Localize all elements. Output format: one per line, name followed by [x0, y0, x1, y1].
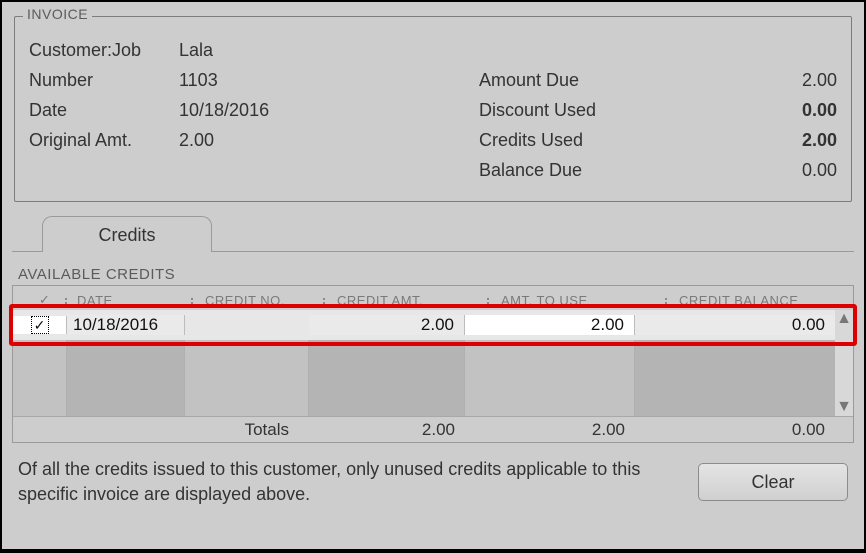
totals-credit-balance: 0.00: [635, 420, 835, 440]
check-icon[interactable]: ✓: [31, 316, 49, 334]
col-header-amt-to-use[interactable]: AMT. TO USE: [493, 293, 663, 308]
available-credits-title: AVAILABLE CREDITS: [18, 266, 854, 283]
tab-mask: [43, 250, 211, 253]
label-original-amt: Original Amt.: [29, 130, 179, 151]
credits-grid: ✓ DATE CREDIT NO. CREDIT AMT. AMT. TO US…: [12, 285, 854, 443]
credit-row-amt: 2.00: [309, 315, 465, 335]
col-header-credit-amt[interactable]: CREDIT AMT.: [329, 293, 485, 308]
totals-credit-amt: 2.00: [309, 420, 465, 440]
empty-row: [13, 340, 835, 370]
credit-row-use[interactable]: 2.00: [465, 315, 635, 335]
value-original-amt: 2.00: [179, 130, 479, 151]
empty-row: [13, 370, 835, 400]
totals-row: Totals 2.00 2.00 0.00: [13, 416, 853, 442]
label-discount-used: Discount Used: [479, 100, 679, 121]
label-credits-used: Credits Used: [479, 130, 679, 151]
credit-row-date: 10/18/2016: [67, 315, 185, 335]
value-discount-used: 0.00: [679, 100, 837, 121]
label-date: Date: [29, 100, 179, 121]
footer-area: Of all the credits issued to this custom…: [12, 457, 854, 507]
invoice-info-grid: Customer:Job Lala Number 1103 Amount Due…: [29, 35, 837, 185]
value-amount-due: 2.00: [679, 70, 837, 91]
credit-row-bal: 0.00: [635, 315, 835, 335]
label-number: Number: [29, 70, 179, 91]
label-balance-due: Balance Due: [479, 160, 679, 181]
grid-body: ✓ 10/18/2016 2.00 2.00 0.00: [13, 310, 853, 416]
empty-rows: [13, 340, 835, 416]
label-amount-due: Amount Due: [479, 70, 679, 91]
credit-row[interactable]: ✓ 10/18/2016 2.00 2.00 0.00: [13, 310, 835, 340]
footer-help-text: Of all the credits issued to this custom…: [18, 457, 698, 507]
value-credits-used: 2.00: [679, 130, 837, 151]
value-date: 10/18/2016: [179, 100, 479, 121]
col-header-check[interactable]: ✓: [13, 292, 63, 308]
totals-label: Totals: [185, 420, 309, 440]
tab-credits[interactable]: Credits: [42, 216, 212, 252]
label-customer-job: Customer:Job: [29, 40, 179, 61]
grid-scrollbar[interactable]: ▲ ▼: [835, 310, 853, 416]
clear-button[interactable]: Clear: [698, 463, 848, 501]
empty-row: [13, 400, 835, 416]
invoice-group-title: INVOICE: [23, 6, 92, 22]
credit-row-checkbox-cell[interactable]: ✓: [13, 316, 67, 334]
value-balance-due: 0.00: [679, 160, 837, 181]
scroll-up-icon[interactable]: ▲: [835, 310, 853, 328]
col-header-credit-balance[interactable]: CREDIT BALANCE: [671, 293, 853, 308]
totals-amt-to-use: 2.00: [465, 420, 635, 440]
scroll-down-icon[interactable]: ▼: [835, 398, 853, 416]
value-number: 1103: [179, 70, 479, 91]
value-customer-job: Lala: [179, 40, 479, 61]
col-header-date[interactable]: DATE: [71, 293, 189, 308]
grid-header-row: ✓ DATE CREDIT NO. CREDIT AMT. AMT. TO US…: [13, 286, 853, 310]
tab-row: Credits: [12, 212, 854, 252]
dialog-frame: INVOICE Customer:Job Lala Number 1103 Am…: [2, 2, 864, 549]
tab-area: Credits AVAILABLE CREDITS ✓ DATE CREDIT …: [12, 212, 854, 507]
invoice-groupbox: INVOICE Customer:Job Lala Number 1103 Am…: [14, 16, 852, 202]
col-header-credit-no[interactable]: CREDIT NO.: [197, 293, 321, 308]
